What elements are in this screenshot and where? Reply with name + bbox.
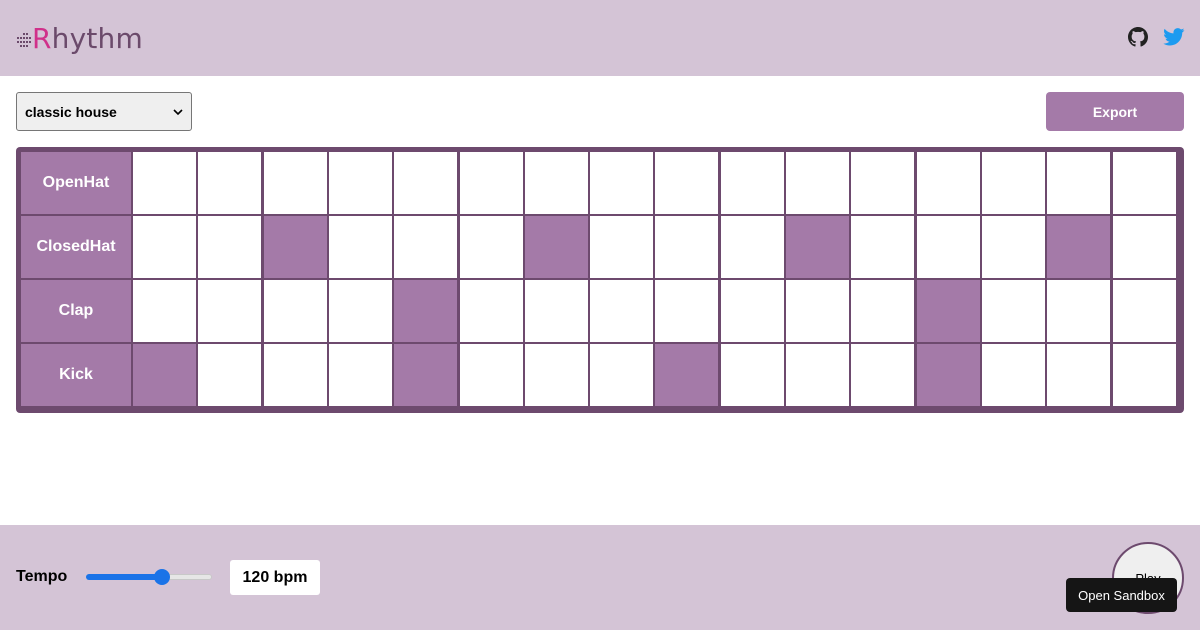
step-cell[interactable] [655,280,719,342]
step-cell[interactable] [263,280,327,342]
slider-thumb[interactable] [153,569,170,585]
step-cell[interactable] [1112,216,1176,278]
step-cell[interactable] [198,216,262,278]
step-cell[interactable] [394,152,458,214]
step-cell[interactable] [263,216,327,278]
step-cell[interactable] [1112,344,1176,406]
export-button[interactable]: Export [1046,92,1184,131]
preset-select[interactable]: classic house [16,92,192,131]
step-cell[interactable] [981,216,1045,278]
step-cell[interactable] [916,344,980,406]
step-cell[interactable] [590,152,654,214]
step-cell[interactable] [786,280,849,342]
step-cell[interactable] [916,280,980,342]
step-cell[interactable] [1112,280,1176,342]
logo-rest: hythm [51,22,143,55]
step-cell[interactable] [786,152,849,214]
logo-text: Rhythm [32,22,143,56]
github-icon[interactable] [1126,25,1150,49]
step-cell[interactable] [133,152,196,214]
step-cell[interactable] [720,152,784,214]
step-cell[interactable] [394,216,458,278]
step-cell[interactable] [328,344,392,406]
step-cell[interactable] [198,344,262,406]
step-cell[interactable] [851,152,915,214]
step-cell[interactable] [655,216,719,278]
step-cell[interactable] [851,344,915,406]
sequencer-grid: OpenHat ClosedHat Clap Kick [16,147,1184,413]
step-cell[interactable] [851,216,915,278]
row-label: ClosedHat [21,216,131,278]
step-cell[interactable] [133,344,196,406]
step-cell[interactable] [133,280,196,342]
step-cell[interactable] [263,344,327,406]
step-cell[interactable] [133,216,196,278]
step-cell[interactable] [720,344,784,406]
row-label: Kick [21,344,131,406]
step-cell[interactable] [590,216,654,278]
step-cell[interactable] [1047,280,1111,342]
tempo-slider[interactable] [86,569,212,585]
step-cell[interactable] [1112,152,1176,214]
step-cell[interactable] [590,344,654,406]
preset-select-value: classic house [25,103,117,120]
step-cell[interactable] [198,280,262,342]
step-cell[interactable] [524,152,588,214]
slider-fill [86,574,162,580]
bpm-display: 120 bpm [230,560,320,595]
step-cell[interactable] [459,280,523,342]
step-cell[interactable] [786,216,849,278]
step-cell[interactable] [720,280,784,342]
step-cell[interactable] [655,152,719,214]
logo: Rhythm [16,22,143,56]
logo-dots-icon [16,27,32,51]
step-cell[interactable] [916,216,980,278]
step-cell[interactable] [720,216,784,278]
step-cell[interactable] [328,216,392,278]
step-cell[interactable] [394,344,458,406]
step-cell[interactable] [394,280,458,342]
step-cell[interactable] [459,152,523,214]
open-sandbox-tooltip[interactable]: Open Sandbox [1066,578,1177,612]
step-cell[interactable] [1047,152,1111,214]
step-cell[interactable] [328,280,392,342]
row-label: OpenHat [21,152,131,214]
step-cell[interactable] [1047,344,1111,406]
row-label: Clap [21,280,131,342]
step-cell[interactable] [328,152,392,214]
step-cell[interactable] [1047,216,1111,278]
tempo-label: Tempo [16,568,68,585]
app-header: Rhythm [0,0,1200,76]
step-cell[interactable] [524,280,588,342]
step-cell[interactable] [981,152,1045,214]
step-cell[interactable] [981,344,1045,406]
step-cell[interactable] [263,152,327,214]
chevron-down-icon [173,108,183,115]
step-cell[interactable] [916,152,980,214]
step-cell[interactable] [590,280,654,342]
step-cell[interactable] [981,280,1045,342]
step-cell[interactable] [198,152,262,214]
step-cell[interactable] [786,344,849,406]
step-cell[interactable] [524,344,588,406]
step-cell[interactable] [459,344,523,406]
logo-initial: R [32,22,52,55]
step-cell[interactable] [524,216,588,278]
step-cell[interactable] [655,344,719,406]
step-cell[interactable] [459,216,523,278]
step-cell[interactable] [851,280,915,342]
twitter-icon[interactable] [1162,25,1186,49]
